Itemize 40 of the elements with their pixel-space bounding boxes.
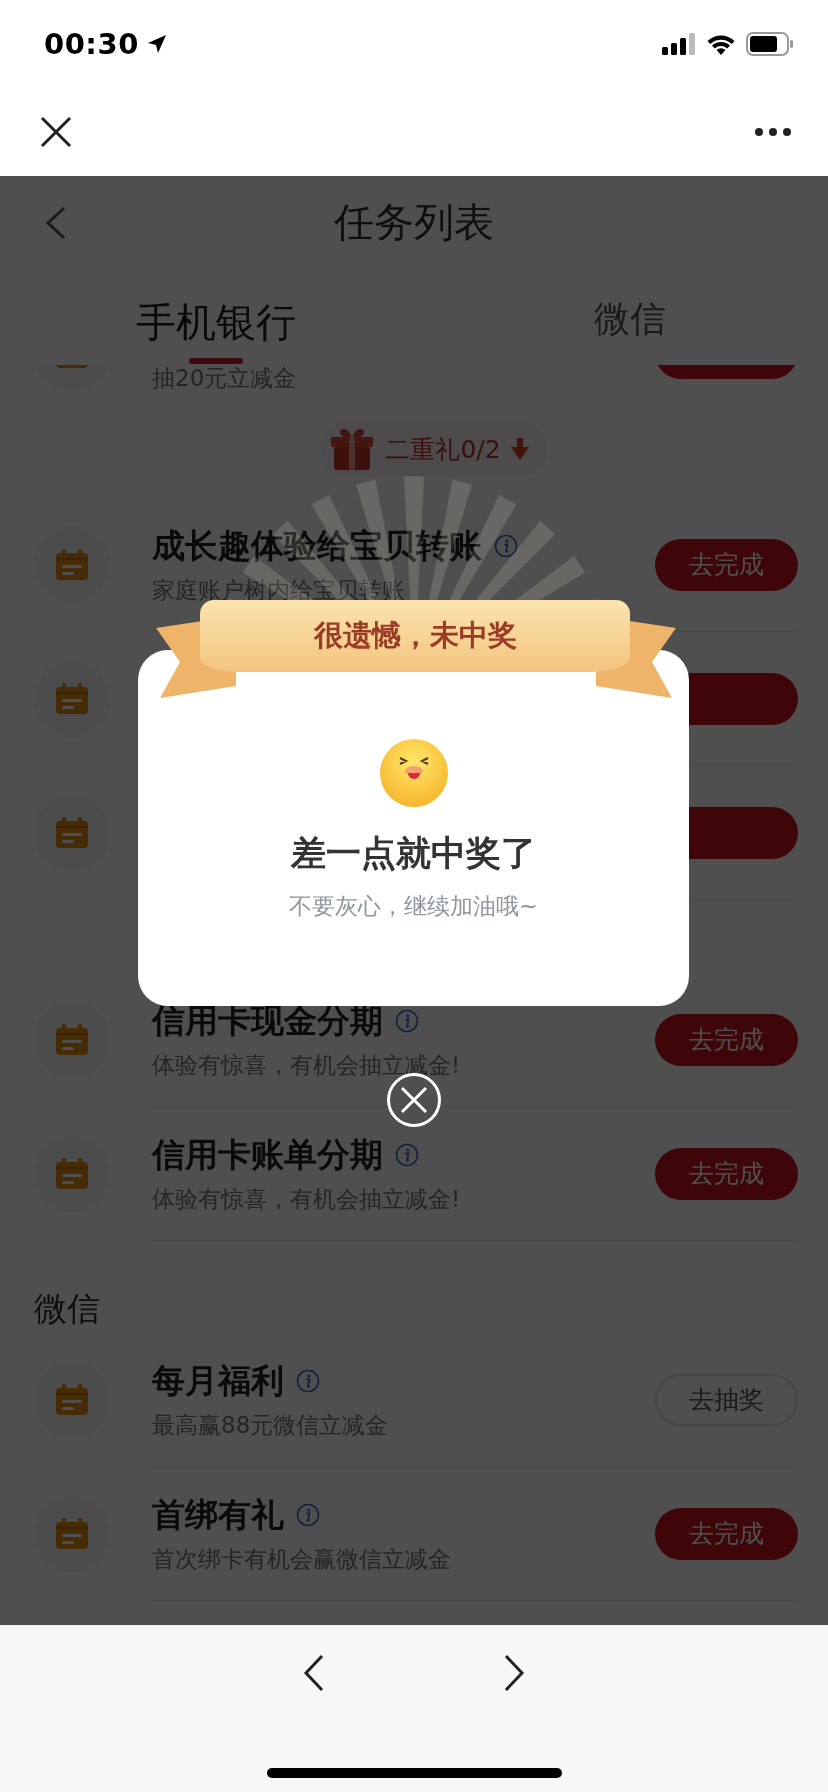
popup-message: 不要灰心，继续加油哦~ <box>288 892 539 921</box>
calendar-icon <box>55 817 89 849</box>
back-chevron-icon <box>302 1653 326 1693</box>
status-time: 00:30 <box>44 27 139 61</box>
calendar-icon <box>55 1518 89 1550</box>
task-title: 首绑有礼 <box>152 1493 284 1536</box>
task-title: 成长趣体验给宝贝转账 <box>152 524 482 567</box>
action-button[interactable]: 去完成 <box>655 1147 798 1200</box>
signal-icon <box>662 33 696 55</box>
calendar-icon <box>55 1384 89 1416</box>
close-icon <box>400 1086 428 1114</box>
more-icon <box>754 127 792 137</box>
calendar-icon <box>55 549 89 581</box>
battery-icon <box>746 32 794 56</box>
back-chevron-icon <box>44 206 68 240</box>
task-title: 每月福利 <box>152 1359 284 1402</box>
browser-back-button[interactable] <box>302 1653 326 1693</box>
action-button[interactable]: 去完成 <box>655 1013 798 1066</box>
action-button[interactable]: 去完成 <box>655 1507 798 1560</box>
popup-title: 差一点就中奖了 <box>291 832 536 875</box>
gift-icon <box>329 427 376 471</box>
task-title: 信用卡账单分期 <box>152 1133 383 1176</box>
task-title: 信用卡现金分期 <box>152 999 383 1042</box>
forward-chevron-icon <box>502 1653 526 1693</box>
calendar-icon <box>55 683 89 715</box>
calendar-icon <box>55 1024 89 1056</box>
location-arrow-icon <box>146 34 167 54</box>
close-icon <box>40 116 72 148</box>
action-button[interactable]: 去完成 <box>655 538 798 591</box>
more-button[interactable] <box>754 127 792 137</box>
close-button[interactable] <box>40 116 72 148</box>
tab[interactable]: 手机银行 <box>136 292 296 364</box>
down-arrow-icon <box>510 438 529 460</box>
page-title: 任务列表 <box>334 197 494 247</box>
section-heading: 微信 <box>34 1287 100 1330</box>
calendar-icon <box>55 1158 89 1190</box>
info-icon[interactable] <box>494 534 518 558</box>
wifi-icon <box>706 33 736 55</box>
emoji-icon <box>378 738 449 808</box>
browser-forward-button[interactable] <box>502 1653 526 1693</box>
